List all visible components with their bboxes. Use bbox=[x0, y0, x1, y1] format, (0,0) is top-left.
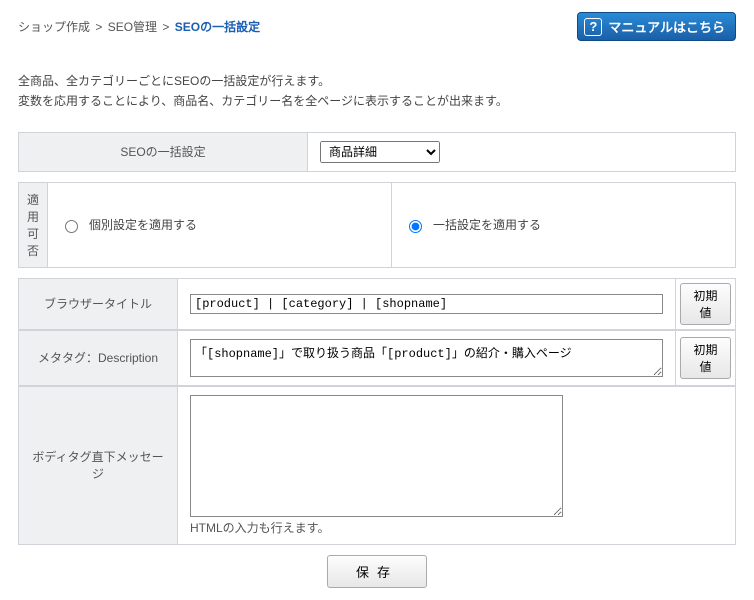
body-msg-textarea[interactable] bbox=[190, 395, 563, 517]
browser-title-reset-button[interactable]: 初期値 bbox=[680, 283, 731, 325]
body-msg-hint: HTMLの入力も行えます。 bbox=[190, 519, 723, 536]
meta-desc-reset-button[interactable]: 初期値 bbox=[680, 337, 731, 379]
apply-table: 適用可否 個別設定を適用する 一括設定を適用する bbox=[18, 182, 736, 268]
manual-button[interactable]: ? マニュアルはこちら bbox=[577, 12, 736, 41]
help-icon: ? bbox=[584, 18, 602, 36]
breadcrumb-item[interactable]: ショップ作成 bbox=[18, 20, 90, 34]
meta-desc-label: メタタグ：Description bbox=[18, 330, 178, 386]
section-select-table: SEOの一括設定 商品詳細 bbox=[18, 132, 736, 172]
apply-label: 適用可否 bbox=[18, 182, 48, 268]
apply-bulk-option[interactable]: 一括設定を適用する bbox=[404, 216, 723, 233]
manual-button-label: マニュアルはこちら bbox=[608, 17, 725, 36]
section-select-label: SEOの一括設定 bbox=[18, 132, 308, 172]
fields-table: ブラウザータイトル 初期値 メタタグ：Description 「[shopnam… bbox=[18, 278, 736, 545]
breadcrumb-item[interactable]: SEO管理 bbox=[108, 20, 157, 34]
browser-title-input[interactable] bbox=[190, 294, 663, 314]
apply-individual-label: 個別設定を適用する bbox=[89, 216, 197, 233]
meta-desc-textarea[interactable]: 「[shopname]」で取り扱う商品「[product]」の紹介・購入ページ bbox=[190, 339, 663, 377]
body-msg-label: ボディタグ直下メッセージ bbox=[18, 386, 178, 545]
save-button[interactable]: 保存 bbox=[327, 555, 427, 588]
apply-bulk-label: 一括設定を適用する bbox=[433, 216, 541, 233]
apply-bulk-radio[interactable] bbox=[409, 220, 422, 233]
breadcrumb-sep: > bbox=[162, 20, 169, 34]
apply-individual-radio[interactable] bbox=[65, 220, 78, 233]
section-select[interactable]: 商品詳細 bbox=[320, 141, 440, 163]
breadcrumb: ショップ作成 > SEO管理 > SEOの一括設定 bbox=[18, 18, 260, 35]
apply-individual-option[interactable]: 個別設定を適用する bbox=[60, 216, 379, 233]
breadcrumb-current: SEOの一括設定 bbox=[175, 20, 260, 34]
intro-text: 全商品、全カテゴリーごとにSEOの一括設定が行えます。 変数を応用することにより… bbox=[18, 71, 736, 112]
browser-title-label: ブラウザータイトル bbox=[18, 278, 178, 330]
breadcrumb-sep: > bbox=[95, 20, 102, 34]
